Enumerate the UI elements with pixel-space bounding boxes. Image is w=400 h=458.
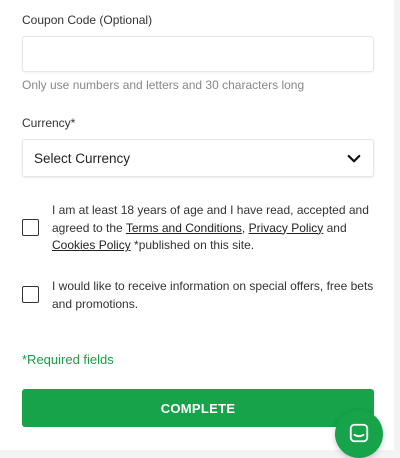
currency-selected-value: Select Currency xyxy=(34,151,131,166)
registration-form-panel: Coupon Code (Optional) Only use numbers … xyxy=(0,0,394,450)
offers-checkbox-label: I would like to receive information on s… xyxy=(52,279,374,311)
coupon-code-input[interactable] xyxy=(22,36,374,72)
currency-select[interactable]: Select Currency xyxy=(22,139,374,177)
currency-label: Currency* xyxy=(22,116,76,130)
required-fields-note: *Required fields xyxy=(22,352,114,367)
chat-launcher-button[interactable] xyxy=(335,410,383,458)
terms-checkbox[interactable] xyxy=(22,219,39,236)
offers-checkbox[interactable] xyxy=(22,286,39,303)
terms-checkbox-label: I am at least 18 years of age and I have… xyxy=(52,202,377,255)
coupon-code-label: Coupon Code (Optional) xyxy=(22,13,153,27)
chat-icon xyxy=(349,423,369,443)
complete-button[interactable]: COMPLETE xyxy=(22,389,374,427)
terms-separator-1: , xyxy=(241,220,249,235)
chevron-down-icon xyxy=(347,154,361,163)
coupon-code-hint: Only use numbers and letters and 30 char… xyxy=(22,78,305,92)
terms-separator-2: and xyxy=(323,220,347,235)
cookies-policy-link[interactable]: Cookies Policy xyxy=(52,238,131,252)
terms-and-conditions-link[interactable]: Terms and Conditions xyxy=(126,221,242,235)
privacy-policy-link[interactable]: Privacy Policy xyxy=(249,221,324,235)
terms-text-after: *published on this site. xyxy=(130,238,255,252)
